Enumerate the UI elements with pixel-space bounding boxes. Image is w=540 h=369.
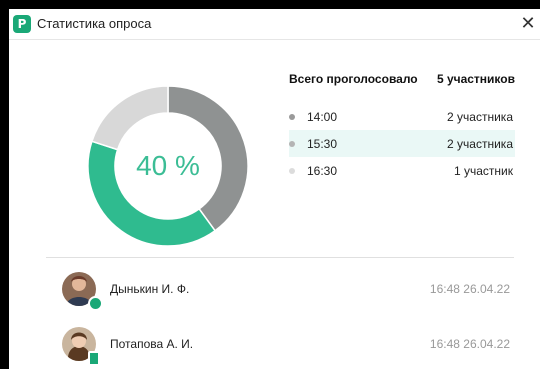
option-time: 14:00 [307, 110, 338, 124]
option-count: 1 участник [453, 164, 513, 178]
option-time: 16:30 [307, 164, 338, 178]
option-row-0[interactable]: 14:00 2 участника [289, 103, 515, 130]
option-dot-icon [289, 141, 295, 147]
voter-row[interactable]: Потапова А. И. 16:48 26.04.22 [62, 327, 522, 366]
voter-row[interactable]: Дынькин И. Ф. 16:48 26.04.22 [62, 272, 522, 311]
title-bar: P Статистика опроса ✕ [9, 9, 540, 40]
option-list: 14:00 2 участника 15:30 2 участника 16:3… [289, 103, 515, 184]
option-count: 2 участника [447, 110, 513, 124]
online-status-icon [88, 296, 103, 311]
option-time: 15:30 [307, 137, 338, 151]
donut-center-percent: 40 % [136, 150, 200, 181]
option-row-1[interactable]: 15:30 2 участника [289, 130, 515, 157]
total-voted-value: 5 участников [436, 72, 515, 86]
results-donut-chart: 40 % [86, 84, 250, 248]
left-edge [0, 0, 9, 369]
option-count: 2 участника [447, 137, 513, 151]
option-row-2[interactable]: 16:30 1 участник [289, 157, 515, 184]
voter-name: Дынькин И. Ф. [110, 282, 190, 296]
voter-name: Потапова А. И. [110, 337, 194, 351]
mobile-status-icon [88, 351, 100, 366]
vote-time: 16:48 26.04.22 [429, 337, 510, 351]
section-divider [46, 257, 514, 258]
total-voted-label: Всего проголосовало [289, 72, 418, 86]
poll-stats-window: P Статистика опроса ✕ 40 % Всего проголо… [0, 0, 540, 369]
close-icon[interactable]: ✕ [518, 13, 538, 35]
top-edge [0, 0, 540, 9]
app-logo-icon: P [13, 15, 31, 33]
option-dot-icon [289, 168, 295, 174]
stats-header: Всего проголосовало 5 участников [289, 66, 515, 90]
option-dot-icon [289, 114, 295, 120]
window-title: Статистика опроса [37, 16, 152, 31]
stats-panel: Всего проголосовало 5 участников 14:00 2… [289, 66, 515, 178]
vote-time: 16:48 26.04.22 [429, 282, 510, 296]
